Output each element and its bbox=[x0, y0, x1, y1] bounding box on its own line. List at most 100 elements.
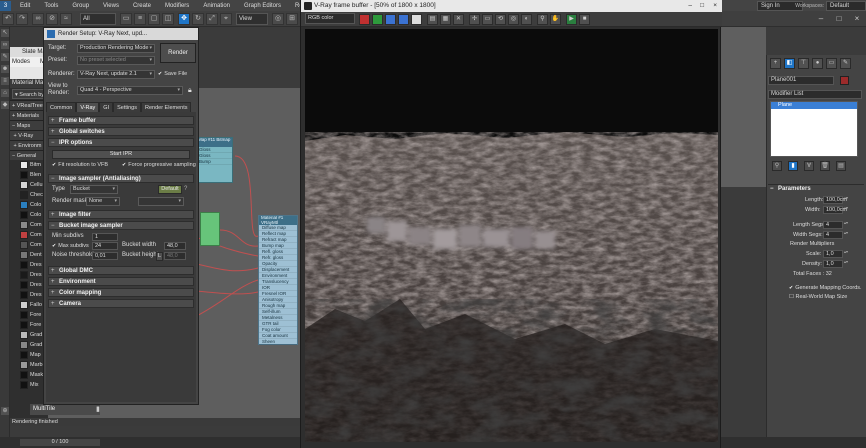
fb-maximize-icon[interactable]: □ bbox=[700, 0, 704, 12]
default-button[interactable]: Default bbox=[158, 185, 182, 194]
param-field[interactable]: 4 bbox=[823, 231, 843, 239]
rollout-image-sampler[interactable]: Image sampler (Antialiasing) bbox=[48, 174, 194, 183]
place-icon[interactable]: ⌖ bbox=[220, 13, 232, 25]
tab-gi[interactable]: GI bbox=[99, 102, 114, 112]
populate-icon[interactable]: ☻ bbox=[1, 65, 9, 73]
perspective-viewport-edge[interactable] bbox=[721, 27, 766, 187]
layers-icon[interactable]: ≡ bbox=[1, 77, 9, 85]
maximize-icon[interactable]: □ bbox=[830, 14, 848, 24]
object-paint-icon[interactable]: ✎ bbox=[1, 53, 9, 61]
object-color-swatch[interactable] bbox=[840, 76, 849, 85]
pan-icon[interactable]: ✋ bbox=[550, 14, 561, 25]
render-button[interactable]: Render bbox=[160, 43, 196, 63]
render-mask-dropdown[interactable]: None bbox=[86, 197, 120, 206]
minimize-icon[interactable]: – bbox=[812, 14, 830, 24]
pivot-icon[interactable]: ◎ bbox=[272, 13, 284, 25]
remove-modifier-icon[interactable]: 🗑︎ bbox=[820, 161, 830, 171]
rollout-image-filter[interactable]: Image filter bbox=[48, 210, 194, 219]
help-icon[interactable]: ? bbox=[184, 185, 187, 194]
menu-group[interactable]: Group bbox=[65, 3, 96, 9]
scale-icon[interactable]: ⤢ bbox=[206, 13, 218, 25]
move-icon[interactable]: ✥ bbox=[178, 13, 190, 25]
stop-render-icon[interactable]: ■ bbox=[579, 14, 590, 25]
load-image-icon[interactable]: ▦ bbox=[440, 14, 451, 25]
undo-icon[interactable]: ↶ bbox=[2, 13, 14, 25]
rendered-image[interactable] bbox=[305, 29, 718, 442]
force-progressive-checkbox[interactable]: Force progressive sampling bbox=[122, 161, 196, 169]
link-to-3dsmax-icon[interactable]: ⚲ bbox=[537, 14, 548, 25]
green-node[interactable] bbox=[200, 212, 220, 246]
start-ipr-button[interactable]: Start IPR bbox=[52, 150, 190, 159]
modify-tab-icon[interactable]: ◧ bbox=[784, 58, 795, 69]
scale-spinner-icon[interactable]: ▴▾ bbox=[844, 250, 848, 258]
object-name-field[interactable]: Plane001 bbox=[768, 76, 834, 85]
max-subdivs-field[interactable]: 24 bbox=[92, 242, 118, 250]
view-to-render-dropdown[interactable]: Quad 4 - Perspective bbox=[77, 86, 183, 95]
rollout-bucket-sampler[interactable]: Bucket image sampler bbox=[48, 221, 194, 230]
make-unique-icon[interactable]: ∀ bbox=[804, 161, 814, 171]
tab-settings[interactable]: Settings bbox=[113, 102, 141, 112]
rollout-global-dmc[interactable]: Global DMC bbox=[48, 266, 194, 275]
rollout-camera[interactable]: Camera bbox=[48, 299, 194, 308]
tab-common[interactable]: Common bbox=[46, 102, 77, 112]
region-render-icon[interactable]: ▭ bbox=[482, 14, 493, 25]
tab-render-elements[interactable]: Render Elements bbox=[140, 102, 192, 112]
menu-tools[interactable]: Tools bbox=[37, 3, 65, 9]
bucket-width-field[interactable]: 48,0 bbox=[164, 242, 186, 250]
density-field[interactable]: 1,0 bbox=[823, 260, 843, 268]
menu-animation[interactable]: Animation bbox=[196, 3, 237, 9]
param-spinner-icon[interactable]: ▴▾ bbox=[844, 196, 848, 204]
select-by-name-icon[interactable]: ≡ bbox=[134, 13, 146, 25]
selection-filter-dropdown[interactable]: All bbox=[80, 13, 116, 25]
mask-object-dropdown[interactable] bbox=[138, 197, 184, 206]
menu-create[interactable]: Create bbox=[126, 3, 158, 9]
fit-vfb-checkbox[interactable]: Fit resolution to VFB bbox=[52, 161, 108, 169]
rollout-global-switches[interactable]: Global switches bbox=[48, 127, 194, 136]
fb-minimize-icon[interactable]: – bbox=[688, 0, 692, 12]
pin-stack-icon[interactable]: ⚲ bbox=[772, 161, 782, 171]
history-icon[interactable]: ⟲ bbox=[495, 14, 506, 25]
rollout-frame-buffer[interactable]: Frame buffer bbox=[48, 116, 194, 125]
lock-aspect-icon[interactable]: L bbox=[156, 252, 163, 261]
utilities-tab-icon[interactable]: ✎ bbox=[840, 58, 851, 69]
scene-explorer-icon[interactable]: ⌂ bbox=[1, 89, 9, 97]
red-channel-icon[interactable] bbox=[359, 14, 370, 25]
bitmap-node[interactable]: Map #11 Bitmap Gloss Gloss Bump bbox=[195, 137, 233, 183]
param-field[interactable]: 4 bbox=[823, 221, 843, 229]
param-spinner-icon[interactable]: ▴▾ bbox=[844, 221, 848, 229]
param-field[interactable]: 100,0cm bbox=[823, 206, 847, 214]
save-image-icon[interactable]: ▤ bbox=[427, 14, 438, 25]
configure-sets-icon[interactable]: ▤ bbox=[836, 161, 846, 171]
green-channel-icon[interactable] bbox=[372, 14, 383, 25]
snap-icon[interactable]: ⊞ bbox=[286, 13, 298, 25]
search-by-name-field[interactable]: ▾ Search by bbox=[12, 89, 46, 99]
window-crossing-icon[interactable]: ◫ bbox=[162, 13, 174, 25]
density-spinner-icon[interactable]: ▴▾ bbox=[844, 260, 848, 268]
max-subdivs-checkbox[interactable]: Max subdivs bbox=[52, 242, 89, 250]
workspace-dropdown[interactable]: Default bbox=[826, 1, 866, 11]
unlink-icon[interactable]: ⊘ bbox=[46, 13, 58, 25]
min-subdivs-field[interactable]: 1 bbox=[92, 233, 118, 241]
slate-menu-modes[interactable]: Modes bbox=[12, 57, 30, 67]
multitile-item[interactable]: MultiTile bbox=[30, 404, 100, 415]
zoom-icon[interactable]: ⊕ bbox=[1, 407, 9, 415]
menu-views[interactable]: Views bbox=[96, 3, 126, 9]
preset-dropdown[interactable]: No preset selected bbox=[77, 56, 155, 65]
rollout-color-mapping[interactable]: Color mapping bbox=[48, 288, 194, 297]
mono-icon[interactable] bbox=[411, 14, 422, 25]
parameters-rollout[interactable]: Parameters bbox=[768, 184, 864, 194]
display-tab-icon[interactable]: ▭ bbox=[826, 58, 837, 69]
node-slot[interactable]: Sheen bbox=[259, 339, 297, 345]
param-spinner-icon[interactable]: ▴▾ bbox=[844, 206, 848, 214]
alpha-channel-icon[interactable] bbox=[398, 14, 409, 25]
renderer-dropdown[interactable]: V-Ray Next, update 2.1 bbox=[77, 70, 155, 79]
vraymtl-node[interactable]: Material #1 VRayMtl Diffuse map Reflect m… bbox=[258, 215, 298, 345]
real-world-map-checkbox[interactable]: ☐ Real-World Map Size bbox=[789, 293, 847, 301]
render-icon[interactable]: ▶ bbox=[566, 14, 577, 25]
menu-modifiers[interactable]: Modifiers bbox=[158, 3, 196, 9]
show-end-result-icon[interactable]: ▮ bbox=[788, 161, 798, 171]
noise-threshold-field[interactable]: 0,01 bbox=[92, 252, 118, 260]
channel-dropdown[interactable]: RGB color bbox=[305, 13, 355, 24]
create-tab-icon[interactable]: + bbox=[770, 58, 781, 69]
menu-edit[interactable]: Edit bbox=[13, 3, 37, 9]
